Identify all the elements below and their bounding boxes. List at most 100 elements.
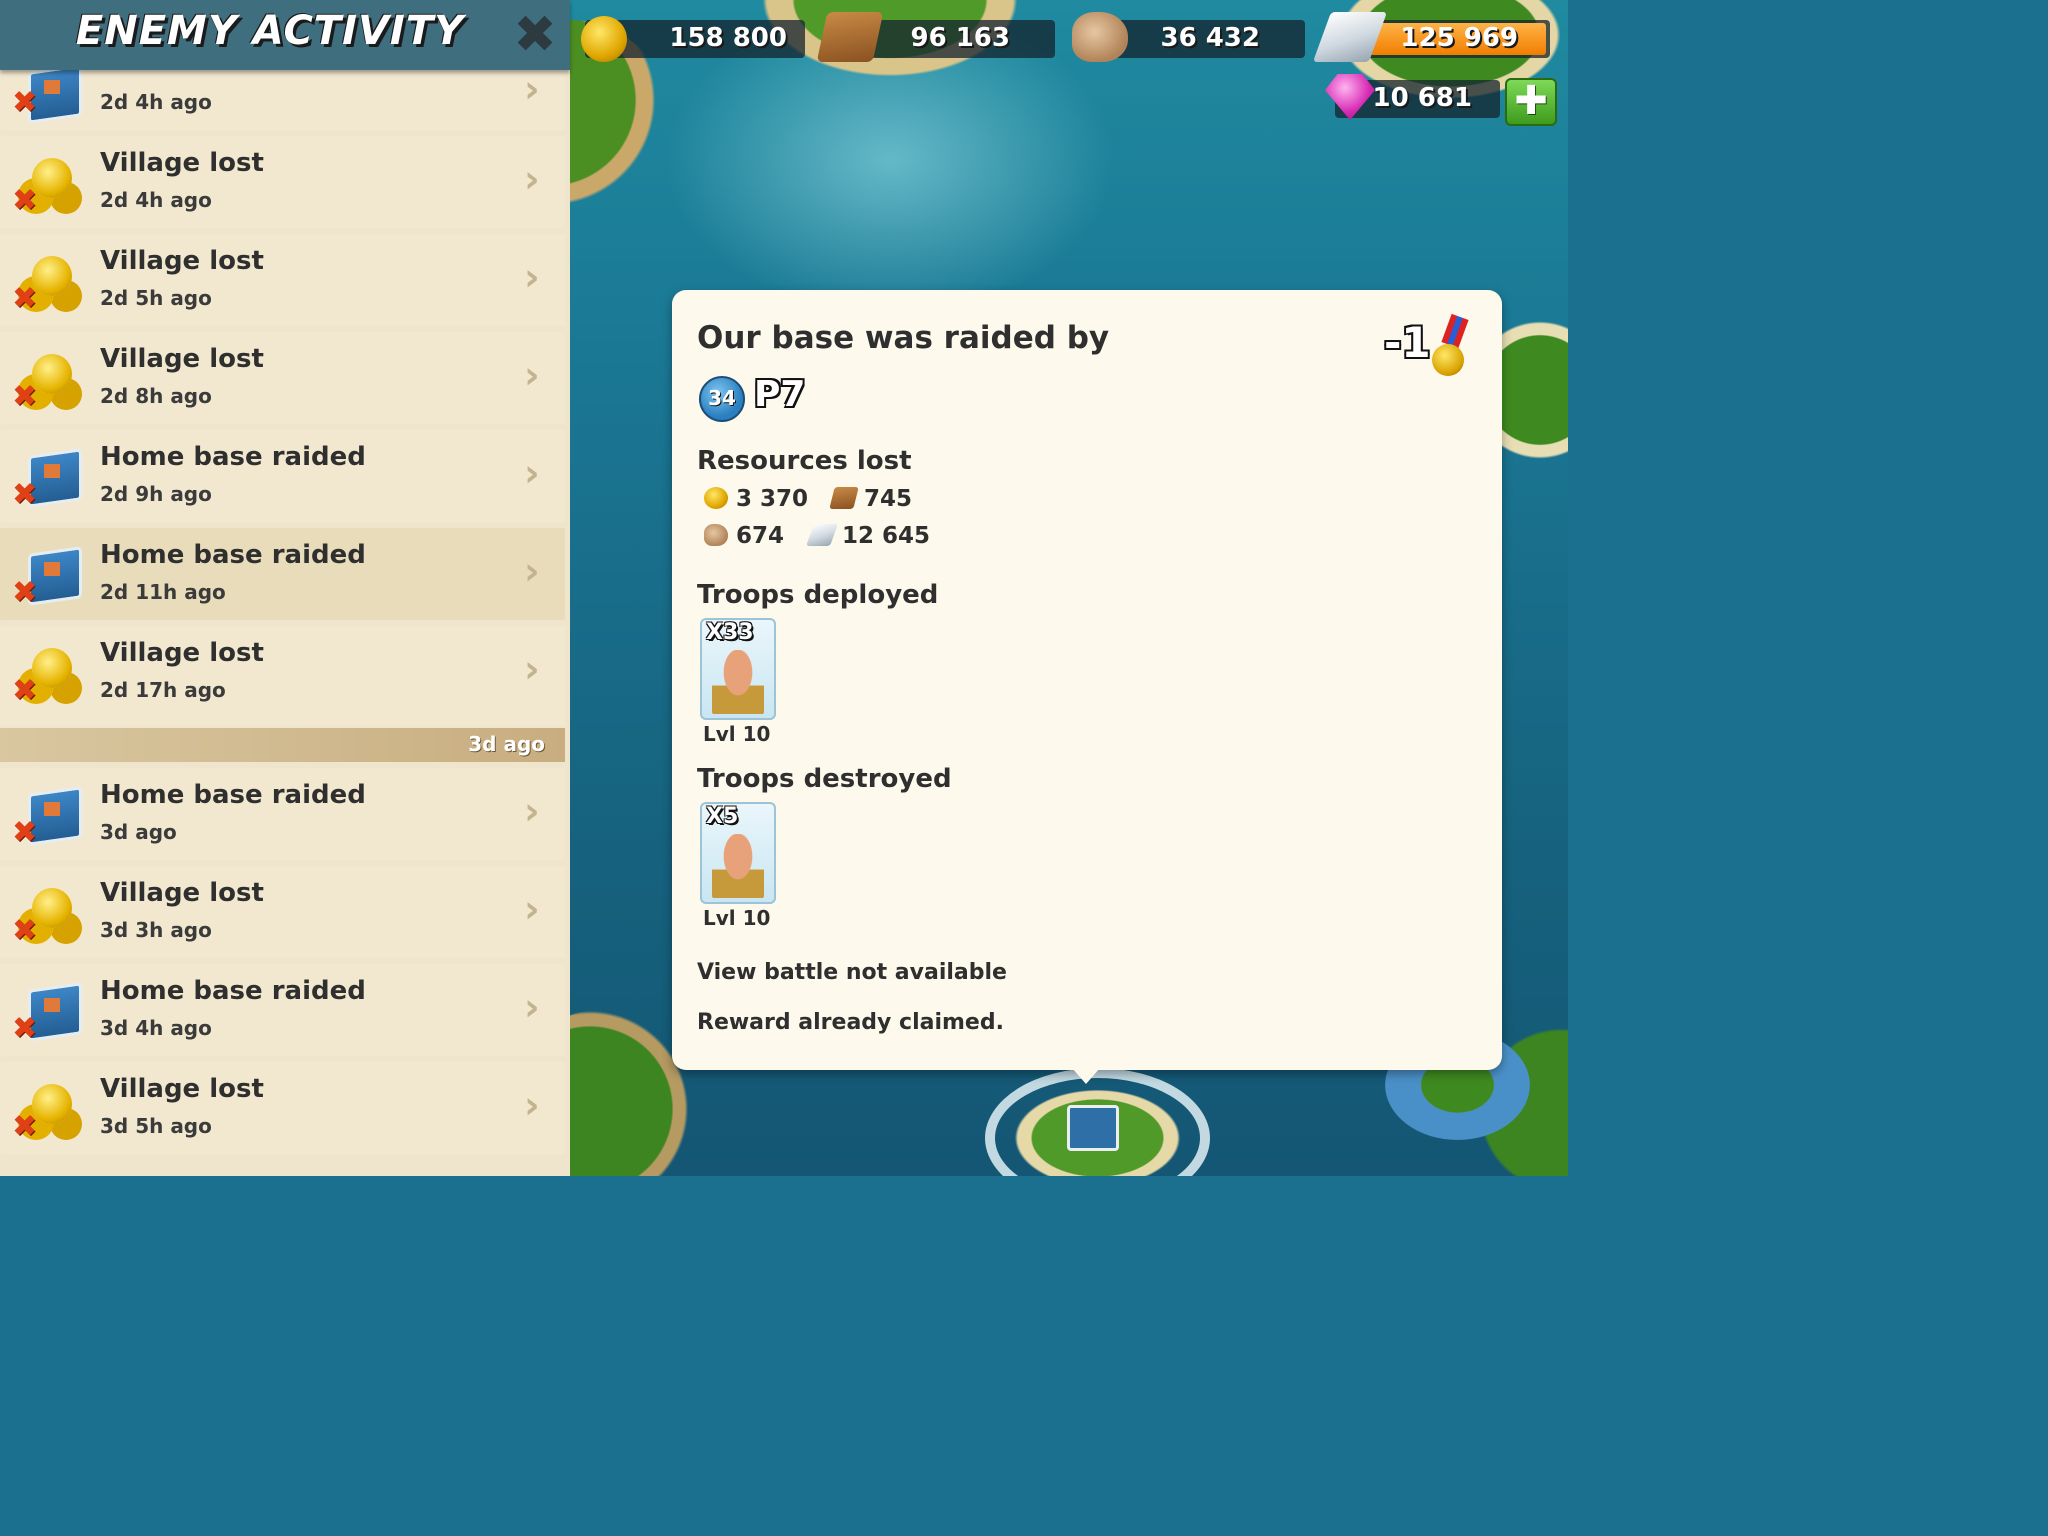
list-item[interactable]: ✖ 2d 4h ago › xyxy=(0,70,565,130)
list-item[interactable]: ✖ Village lost 2d 5h ago › xyxy=(0,234,565,326)
troops-deployed-label: Troops deployed xyxy=(697,580,939,610)
activity-list[interactable]: ✖ 2d 4h ago › ✖ Village lost 2d 4h ago ›… xyxy=(0,70,565,1160)
wood-value: 96 163 xyxy=(910,23,1010,53)
loss-x-icon: ✖ xyxy=(12,379,38,414)
chevron-right-icon: › xyxy=(524,647,540,691)
chevron-right-icon: › xyxy=(524,789,540,833)
list-item-time: 3d ago xyxy=(100,820,177,844)
iron-value: 125 969 xyxy=(1400,23,1518,53)
reward-note: Reward already claimed. xyxy=(697,1010,1004,1035)
list-item-time: 3d 3h ago xyxy=(100,918,212,942)
lost-stone: 674 xyxy=(704,523,784,549)
list-item[interactable]: ✖ Home base raided 2d 9h ago › xyxy=(0,430,565,522)
medal-change: -1 xyxy=(1384,318,1431,367)
troop-level: Lvl 10 xyxy=(703,722,771,746)
date-separator-label: 3d ago xyxy=(468,732,545,756)
loss-x-icon: ✖ xyxy=(12,85,38,120)
iron-icon xyxy=(805,524,839,546)
list-item-time: 2d 4h ago xyxy=(100,188,212,212)
stone-icon xyxy=(704,524,728,546)
list-item-time: 2d 9h ago xyxy=(100,482,212,506)
list-item-time: 3d 4h ago xyxy=(100,1016,212,1040)
list-item[interactable]: ✖ Village lost 2d 8h ago › xyxy=(0,332,565,424)
list-item-time: 2d 5h ago xyxy=(100,286,212,310)
chevron-right-icon: › xyxy=(524,549,540,593)
date-separator: 3d ago xyxy=(0,728,565,762)
list-item-time: 2d 8h ago xyxy=(100,384,212,408)
lost-iron: 12 645 xyxy=(805,523,931,549)
stone-icon xyxy=(1072,12,1128,62)
list-item[interactable]: ✖ Home base raided 3d 4h ago › xyxy=(0,964,565,1056)
heavy-troop-icon xyxy=(712,650,764,714)
list-item-selected[interactable]: ✖ Home base raided 2d 11h ago › xyxy=(0,528,565,620)
view-battle-note: View battle not available xyxy=(697,960,1007,985)
list-item[interactable]: ✖ Village lost 3d 3h ago › xyxy=(0,866,565,958)
raid-detail-popup: Our base was raided by -1 34 P7 Resource… xyxy=(672,290,1502,1084)
stone-counter: 36 432 xyxy=(1072,12,1305,62)
loss-x-icon: ✖ xyxy=(12,673,38,708)
gold-icon xyxy=(581,16,627,62)
lost-iron-value: 12 645 xyxy=(842,523,931,549)
resources-lost-label: Resources lost xyxy=(697,446,912,476)
gem-value: 10 681 xyxy=(1372,83,1472,113)
chevron-right-icon: › xyxy=(524,1083,540,1127)
loss-x-icon: ✖ xyxy=(12,913,38,948)
stone-value: 36 432 xyxy=(1160,23,1260,53)
iron-counter: 125 969 xyxy=(1312,12,1550,62)
chevron-right-icon: › xyxy=(524,887,540,931)
list-item-title: Village lost xyxy=(100,246,264,276)
heavy-troop-icon xyxy=(712,834,764,898)
gold-icon xyxy=(704,487,728,509)
close-button[interactable]: ✖ xyxy=(510,9,560,61)
list-item-title: Village lost xyxy=(100,638,264,668)
list-item-title: Village lost xyxy=(100,878,264,908)
troops-destroyed-label: Troops destroyed xyxy=(697,764,952,794)
loss-x-icon: ✖ xyxy=(12,477,38,512)
lost-wood-value: 745 xyxy=(864,486,913,512)
loss-x-icon: ✖ xyxy=(12,281,38,316)
chevron-right-icon: › xyxy=(524,451,540,495)
attacker-name[interactable]: P7 xyxy=(754,374,805,415)
headquarters-icon xyxy=(1067,1105,1119,1151)
destroyed-troop-card[interactable]: X5 xyxy=(700,802,776,904)
popup-pointer xyxy=(1072,1068,1100,1084)
chevron-right-icon: › xyxy=(524,67,540,111)
list-item-time: 3d 5h ago xyxy=(100,1114,212,1138)
medal-icon xyxy=(1432,316,1476,380)
gem-counter: 10 681 xyxy=(1325,74,1500,120)
chevron-right-icon: › xyxy=(524,157,540,201)
loss-x-icon: ✖ xyxy=(12,1109,38,1144)
loss-x-icon: ✖ xyxy=(12,575,38,610)
list-item[interactable]: ✖ Village lost 3d 5h ago › xyxy=(0,1062,565,1154)
lost-wood: 745 xyxy=(829,486,913,512)
list-item-title: Home base raided xyxy=(100,540,366,570)
list-item[interactable]: ✖ Village lost 2d 17h ago › xyxy=(0,626,565,726)
troop-level: Lvl 10 xyxy=(703,906,771,930)
panel-header: ENEMY ACTIVITY ✖ xyxy=(0,0,570,70)
troop-count: X33 xyxy=(706,620,754,645)
lost-gold: 3 370 xyxy=(704,486,808,512)
loss-x-icon: ✖ xyxy=(12,815,38,850)
player-level-badge: 34 xyxy=(699,376,745,422)
list-item-time: 2d 17h ago xyxy=(100,678,226,702)
list-item-title: Village lost xyxy=(100,148,264,178)
chevron-right-icon: › xyxy=(524,255,540,299)
list-item-title: Village lost xyxy=(100,344,264,374)
wood-icon xyxy=(829,487,859,509)
list-item-time: 2d 4h ago xyxy=(100,90,212,114)
list-item-title: Village lost xyxy=(100,1074,264,1104)
gold-value: 158 800 xyxy=(669,23,787,53)
chevron-right-icon: › xyxy=(524,985,540,1029)
lost-stone-value: 674 xyxy=(736,523,785,549)
deployed-troop-card[interactable]: X33 xyxy=(700,618,776,720)
list-item[interactable]: ✖ Village lost 2d 4h ago › xyxy=(0,136,565,228)
wood-counter: 96 163 xyxy=(816,12,1055,62)
chevron-right-icon: › xyxy=(524,353,540,397)
troop-count: X5 xyxy=(706,804,739,829)
list-item-title: Home base raided xyxy=(100,780,366,810)
list-item-title: Home base raided xyxy=(100,976,366,1006)
panel-title: ENEMY ACTIVITY xyxy=(75,8,465,54)
lost-gold-value: 3 370 xyxy=(736,486,809,512)
buy-gems-button[interactable]: ✚ xyxy=(1505,78,1557,126)
list-item[interactable]: ✖ Home base raided 3d ago › xyxy=(0,768,565,860)
